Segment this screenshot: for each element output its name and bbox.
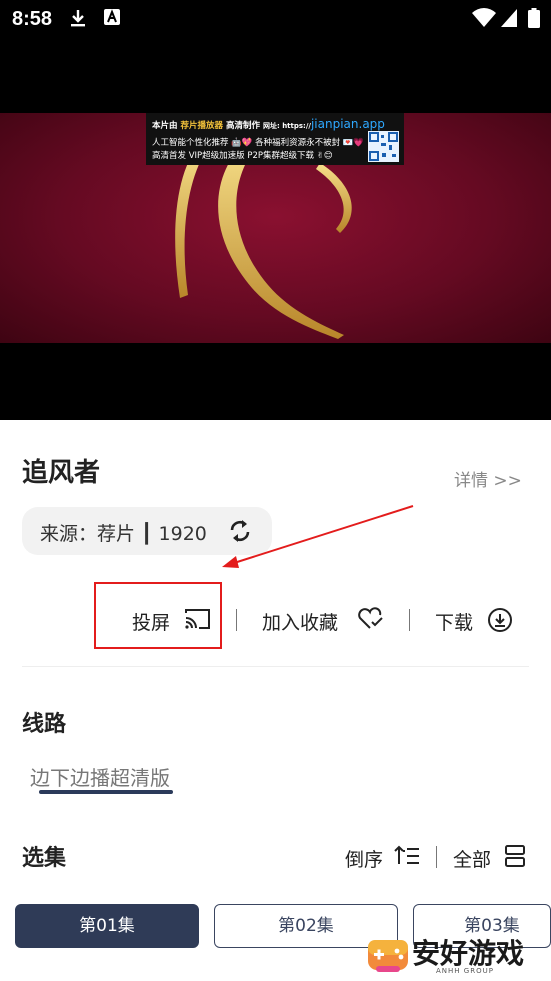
watermark-suffix: 高清制作 xyxy=(225,121,260,131)
download-label: 下载 xyxy=(435,612,474,634)
battery-icon xyxy=(528,8,540,32)
sort-label: 倒序 xyxy=(345,849,384,871)
grid-list-icon xyxy=(504,844,526,872)
watermark-app-name: 荐片播放器 xyxy=(180,121,223,131)
action-separator xyxy=(409,609,410,631)
video-frame[interactable]: 本片由 荐片播放器 高清制作 网址: https://jianpian.app … xyxy=(0,113,551,343)
site-logo: 安好游戏 ANHH GROUP xyxy=(366,930,541,980)
section-divider xyxy=(22,666,529,667)
refresh-icon[interactable] xyxy=(228,517,252,549)
watermark-site-label: 网址: https:// xyxy=(262,122,311,130)
route-selected-indicator xyxy=(39,790,173,794)
download-circle-icon xyxy=(487,607,513,637)
watermark-line-2: 人工智能个性化推荐 🤖💖 各种福利资源永不被封 💌💗 xyxy=(152,138,364,148)
watermark-prefix: 本片由 xyxy=(152,121,178,131)
detail-link[interactable]: 详情 >> xyxy=(454,466,522,491)
sort-separator xyxy=(436,846,437,868)
download-icon xyxy=(68,8,88,32)
all-label: 全部 xyxy=(453,849,492,871)
favorite-label: 加入收藏 xyxy=(262,612,339,634)
video-title: 追风者 xyxy=(22,458,101,488)
app-notification-icon xyxy=(103,8,121,30)
video-player[interactable]: 本片由 荐片播放器 高清制作 网址: https://jianpian.app … xyxy=(0,38,551,420)
sort-order-icon xyxy=(394,845,420,871)
annotation-highlight-box xyxy=(94,582,222,649)
qr-code xyxy=(368,131,399,162)
signal-icon xyxy=(500,8,518,32)
source-label: 来源：荐片 ┃ 1920 xyxy=(40,523,207,545)
episode-button[interactable]: 第01集 xyxy=(15,904,199,948)
action-row: 投屏 加入收藏 下载 xyxy=(0,600,551,640)
logo-subtext: ANHH GROUP xyxy=(436,967,494,975)
status-time: 8:58 xyxy=(12,8,53,30)
watermark-line-3: 高清首发 VIP超级加速版 P2P集群超级下载 ✌😊 xyxy=(152,151,333,161)
source-selector[interactable]: 来源：荐片 ┃ 1920 xyxy=(22,507,272,555)
video-watermark: 本片由 荐片播放器 高清制作 网址: https://jianpian.app … xyxy=(146,113,404,165)
status-bar: 8:58 xyxy=(0,0,551,38)
gamepad-logo-icon xyxy=(366,936,410,980)
logo-text: 安好游戏 xyxy=(412,937,525,970)
watermark-url: jianpian.app xyxy=(310,117,385,131)
episodes-heading: 选集 xyxy=(22,846,67,871)
heart-check-icon xyxy=(357,607,385,635)
route-option[interactable]: 边下边播超清版 xyxy=(30,762,170,791)
action-separator xyxy=(236,609,237,631)
wifi-icon xyxy=(472,8,496,32)
route-heading: 线路 xyxy=(22,712,67,737)
